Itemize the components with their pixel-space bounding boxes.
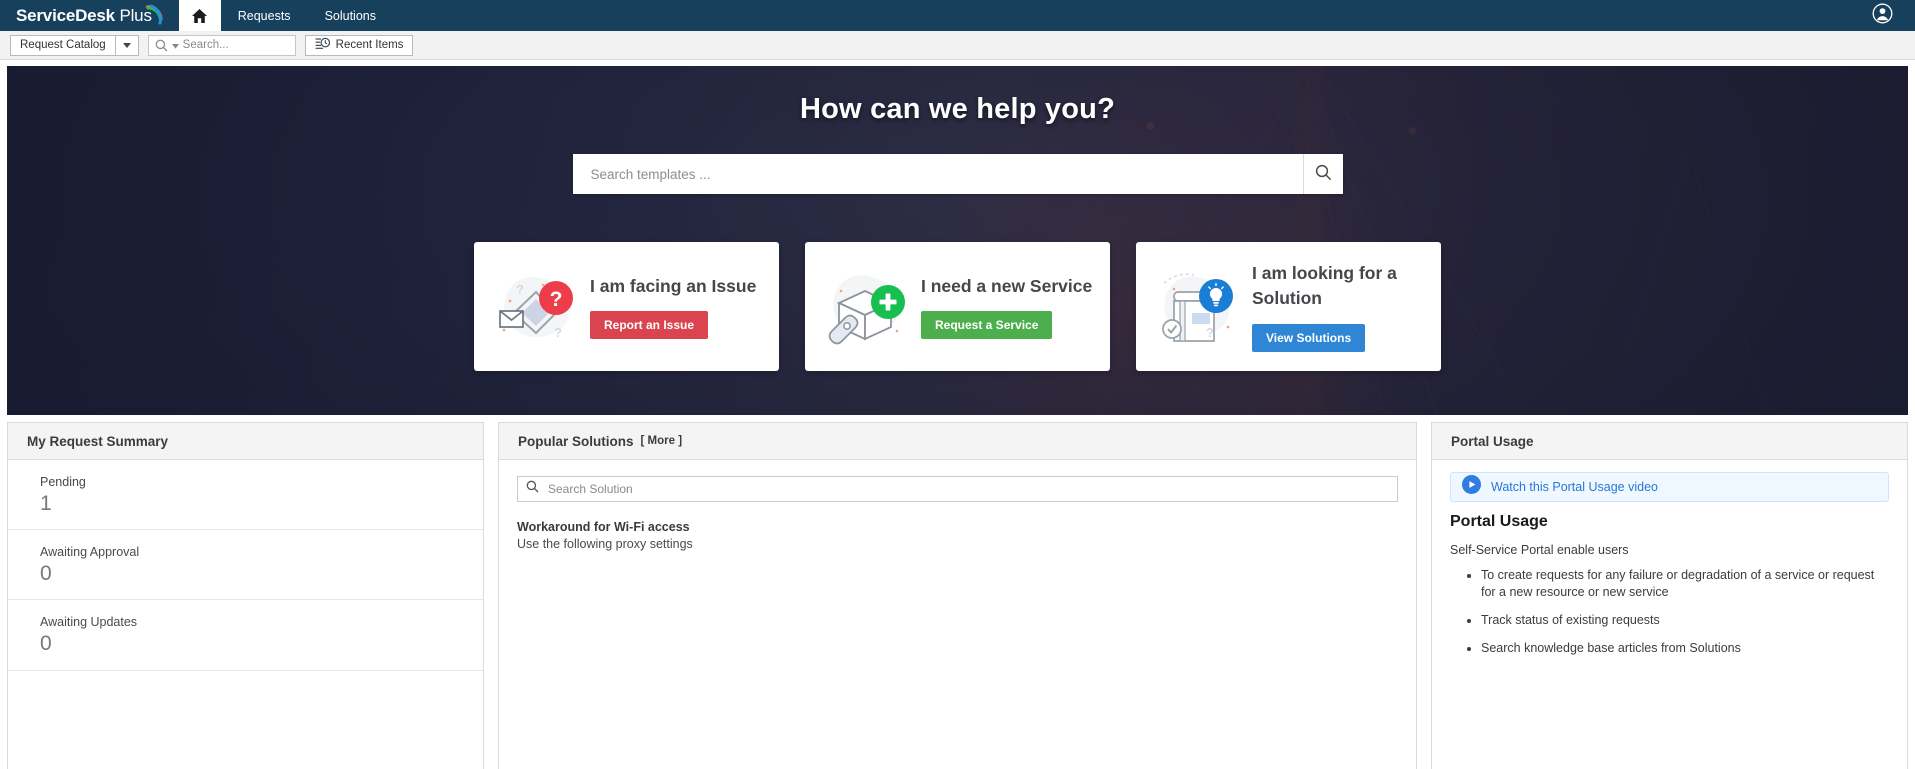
summary-row-awaiting-updates[interactable]: Awaiting Updates 0 — [8, 600, 483, 671]
panel-header: My Request Summary — [8, 423, 483, 460]
template-search-input[interactable] — [572, 154, 1303, 194]
svg-text:?: ? — [554, 325, 562, 340]
card-view-solutions-title: I am looking for a Solution — [1252, 263, 1397, 308]
summary-label: Pending — [40, 475, 86, 489]
solution-search-bar[interactable] — [517, 476, 1398, 502]
summary-row-pending[interactable]: Pending 1 — [8, 460, 483, 531]
svg-text:?: ? — [1206, 325, 1214, 340]
panel-my-request-summary: My Request Summary Pending 1 Awaiting Ap… — [7, 422, 484, 769]
chevron-down-icon — [116, 42, 138, 48]
summary-value: 0 — [40, 632, 52, 656]
popular-solutions-body: Workaround for Wi-Fi access Use the foll… — [499, 460, 1416, 769]
portal-usage-intro: Self-Service Portal enable users — [1450, 543, 1629, 557]
recent-items-label: Recent Items — [335, 39, 404, 51]
nav-item-solutions-label: Solutions — [324, 8, 376, 23]
svg-text:?: ? — [550, 288, 563, 311]
summary-value: 1 — [40, 492, 52, 515]
panel-header: Portal Usage — [1432, 423, 1907, 460]
user-avatar-icon — [1872, 3, 1893, 29]
dashboard-panels: My Request Summary Pending 1 Awaiting Ap… — [7, 422, 1908, 769]
recent-items-button[interactable]: Recent Items — [304, 34, 414, 56]
panel-popular-solutions: Popular Solutions [ More ] Workaround fo… — [498, 422, 1417, 769]
brand-logo[interactable]: ServiceDesk Plus — [0, 0, 179, 31]
home-icon — [191, 8, 208, 24]
hero-banner: How can we help you? Search templates ..… — [7, 66, 1908, 415]
nav-item-requests-label: Requests — [237, 8, 291, 23]
popular-solutions-title: Popular Solutions — [518, 433, 634, 449]
play-circle-icon — [1462, 475, 1481, 499]
portal-usage-heading: Portal Usage — [1450, 513, 1548, 530]
portal-usage-title: Portal Usage — [1451, 433, 1534, 449]
user-menu-button[interactable] — [1862, 0, 1915, 31]
list-item: To create requests for any failure or de… — [1481, 567, 1889, 601]
card-request-service[interactable]: I need a new Service Request a Service — [805, 242, 1110, 371]
search-icon — [155, 39, 168, 52]
summary-row-awaiting-approval[interactable]: Awaiting Approval 0 — [8, 530, 483, 601]
solution-item-title: Workaround for Wi-Fi access — [517, 520, 690, 534]
popular-solutions-more-link[interactable]: [ More ] — [641, 435, 683, 447]
global-search-input[interactable]: Search... — [147, 34, 296, 56]
request-catalog-label: Request Catalog — [20, 39, 106, 51]
recent-items-icon — [315, 37, 330, 53]
solution-book-bulb-icon: ? — [1150, 261, 1242, 353]
view-solutions-button[interactable]: View Solutions — [1252, 323, 1366, 352]
list-item[interactable]: Workaround for Wi-Fi access Use the foll… — [517, 519, 1398, 553]
search-dropdown-caret-icon[interactable] — [171, 36, 179, 54]
solution-item-description: Use the following proxy settings — [517, 536, 693, 551]
card-request-service-title: I need a new Service — [921, 275, 1093, 296]
search-icon — [526, 480, 539, 498]
top-navbar: ServiceDesk Plus Requests Solutions — [0, 0, 1915, 31]
my-request-summary-body: Pending 1 Awaiting Approval 0 Awaiting U… — [8, 460, 483, 769]
panel-header: Popular Solutions [ More ] — [499, 423, 1416, 460]
my-request-summary-title: My Request Summary — [27, 433, 169, 449]
card-view-solutions[interactable]: ? I am looking for a Solution View Solut… — [1136, 242, 1441, 371]
list-item: Search knowledge base articles from Solu… — [1481, 640, 1889, 657]
search-icon — [1315, 164, 1332, 184]
request-catalog-dropdown[interactable]: Request Catalog — [10, 34, 139, 56]
navbar-spacer — [393, 0, 1862, 31]
solution-search-input[interactable] — [548, 482, 1389, 496]
card-report-issue-title: I am facing an Issue — [590, 275, 757, 296]
summary-value: 0 — [40, 562, 52, 586]
report-an-issue-button[interactable]: Report an Issue — [590, 311, 709, 340]
service-box-plus-icon — [819, 261, 911, 353]
panel-portal-usage: Portal Usage Watch this Portal Usage vid… — [1431, 422, 1908, 769]
portal-usage-bullet-list: To create requests for any failure or de… — [1450, 567, 1889, 657]
brand-text: ServiceDesk Plus — [16, 6, 152, 26]
portal-usage-body: Watch this Portal Usage video Portal Usa… — [1432, 460, 1907, 769]
issue-envelope-question-icon: ? ? ? — [488, 261, 580, 353]
nav-item-solutions[interactable]: Solutions — [308, 0, 393, 31]
list-item: Track status of existing requests — [1481, 612, 1889, 629]
summary-label: Awaiting Approval — [40, 545, 140, 560]
nav-item-requests[interactable]: Requests — [221, 0, 308, 31]
watch-video-label: Watch this Portal Usage video — [1491, 480, 1658, 494]
template-search-button[interactable] — [1302, 154, 1343, 194]
svg-text:?: ? — [516, 282, 524, 297]
watch-portal-usage-video-link[interactable]: Watch this Portal Usage video — [1450, 472, 1889, 502]
solution-list: Workaround for Wi-Fi access Use the foll… — [499, 502, 1416, 553]
summary-label: Awaiting Updates — [40, 615, 138, 630]
nav-item-home[interactable] — [178, 0, 221, 31]
quick-action-cards: ? ? ? I am facing an Issue Report an Iss… — [474, 242, 1441, 371]
global-search-placeholder: Search... — [182, 39, 229, 51]
brand-name-bold: ServiceDesk — [16, 5, 115, 25]
logo-swoosh-icon — [145, 4, 165, 28]
sub-toolbar: Request Catalog Search... Recent Items — [0, 31, 1915, 60]
hero-title: How can we help you? — [800, 93, 1115, 125]
template-search-bar — [572, 154, 1343, 194]
request-a-service-button[interactable]: Request a Service — [921, 311, 1053, 340]
card-report-issue[interactable]: ? ? ? I am facing an Issue Report an Iss… — [474, 242, 779, 371]
